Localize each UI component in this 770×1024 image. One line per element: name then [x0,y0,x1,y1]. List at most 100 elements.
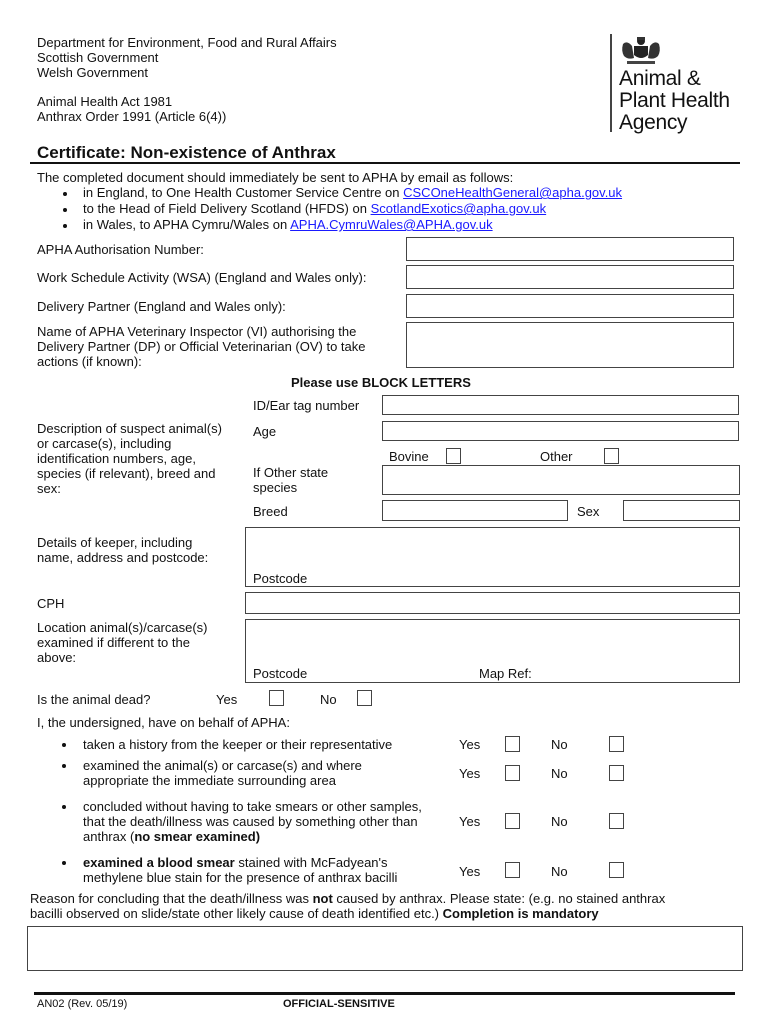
location-label-line-3: above: [37,650,77,665]
email-link-england[interactable]: CSCOneHealthGeneral@apha.gov.uk [403,185,622,200]
declaration-item-3-bold-text: no smear examined) [134,829,261,844]
bullet-icon [62,805,66,809]
email-item-wales: in Wales, to APHA Cymru/Wales on APHA.Cy… [83,217,493,232]
bovine-checkbox[interactable] [446,448,461,464]
form-code: AN02 (Rev. 05/19) [37,998,128,1010]
vi-name-label-line-3: actions (if known): [37,354,142,369]
authorisation-number-field[interactable] [406,237,734,261]
intro-text: The completed document should immediatel… [37,170,514,185]
email-link-scotland[interactable]: ScotlandExotics@apha.gov.uk [371,201,547,216]
declaration-item-3-yes-label: Yes [459,814,481,829]
email-link-wales[interactable]: APHA.CymruWales@APHA.gov.uk [290,217,492,232]
legislation-act: Animal Health Act 1981 [37,94,173,109]
reason-text: caused by anthrax. Please state: (e.g. n… [332,891,666,906]
email-item-text: in Wales, to APHA Cymru/Wales on [83,217,291,232]
location-label-line-1: Location animal(s)/carcase(s) [37,620,208,635]
animal-dead-no-label: No [320,692,337,707]
legislation-order: Anthrax Order 1991 (Article 6(4)) [37,109,227,124]
declaration-item-2-no-checkbox[interactable] [609,765,624,781]
reason-text: bacilli observed on slide/state other li… [30,906,443,921]
email-item-scotland: to the Head of Field Delivery Scotland (… [83,201,546,216]
declaration-item-4-yes-checkbox[interactable] [505,862,520,878]
other-species-label-line-1: If Other state [253,465,329,480]
keeper-label-line-2: name, address and postcode: [37,550,209,565]
logo-text: Animal & Plant Health Agency [619,68,730,134]
reason-field[interactable] [27,926,743,971]
other-species-field[interactable] [382,465,740,495]
block-letters-note: Please use BLOCK LETTERS [291,375,471,390]
declaration-item-4-line-2: methylene blue stain for the presence of… [83,870,398,885]
email-item-england: in England, to One Health Customer Servi… [83,185,622,200]
animal-dead-no-checkbox[interactable] [357,690,372,706]
vi-name-label-line-1: Name of APHA Veterinary Inspector (VI) a… [37,324,357,339]
org-scottish-government: Scottish Government [37,50,159,65]
declaration-item-2-line-2: appropriate the immediate surrounding ar… [83,773,336,788]
declaration-item-2-yes-label: Yes [459,766,481,781]
logo-line-1: Animal & [619,67,701,90]
declaration-item-4-text: stained with McFadyean's [234,855,388,870]
declaration-item-4-bold-text: examined a blood smear [83,855,235,870]
id-tag-field[interactable] [382,395,739,415]
declaration-item-1-no-checkbox[interactable] [609,736,624,752]
declaration-item-2-line-1: examined the animal(s) or carcase(s) and… [83,758,362,773]
animal-dead-question: Is the animal dead? [37,692,151,707]
logo-line-3: Agency [619,111,688,134]
declaration-item-4-no-label: No [551,864,568,879]
declaration-item-4-no-checkbox[interactable] [609,862,624,878]
reason-text: Reason for concluding that the death/ill… [30,891,313,906]
animal-description-line-2: or carcase(s), including [37,436,172,451]
declaration-item-2-yes-checkbox[interactable] [505,765,520,781]
bullet-icon [63,192,67,196]
email-item-text: to the Head of Field Delivery Scotland (… [83,201,371,216]
logo-line-2: Plant Health [619,89,730,112]
keeper-label-line-1: Details of keeper, including [37,535,193,550]
vi-name-label-line-2: Delivery Partner (DP) or Official Veteri… [37,339,366,354]
vi-name-field[interactable] [406,322,734,368]
declaration-item-3-line-3: anthrax (no smear examined) [83,829,260,844]
wsa-field[interactable] [406,265,734,289]
declaration-item-3-no-label: No [551,814,568,829]
animal-description-line-3: identification numbers, age, [37,451,196,466]
delivery-partner-field[interactable] [406,294,734,318]
location-field[interactable]: Postcode Map Ref: [245,619,740,683]
bullet-icon [62,861,66,865]
location-postcode-label: Postcode [253,666,308,681]
logo-divider [610,34,612,132]
declaration-intro: I, the undersigned, have on behalf of AP… [37,715,290,730]
bullet-icon [63,224,67,228]
declaration-item-3-yes-checkbox[interactable] [505,813,520,829]
declaration-item-4-yes-label: Yes [459,864,481,879]
declaration-item-1-no-label: No [551,737,568,752]
org-welsh-government: Welsh Government [37,65,149,80]
declaration-item-3-no-checkbox[interactable] [609,813,624,829]
bullet-icon [63,208,67,212]
keeper-details-field[interactable]: Postcode [245,527,740,587]
sex-label: Sex [577,504,600,519]
map-ref-label: Map Ref: [479,666,532,681]
breed-field[interactable] [382,500,568,521]
declaration-item-2-no-label: No [551,766,568,781]
declaration-item-3-line-2: that the death/illness was caused by som… [83,814,418,829]
bullet-icon [62,743,66,747]
id-tag-label: ID/Ear tag number [253,398,360,413]
reason-text-line-1: Reason for concluding that the death/ill… [30,891,665,906]
page-title: Certificate: Non-existence of Anthrax [37,143,336,162]
declaration-item-3-text: anthrax ( [83,829,135,844]
declaration-item-1-yes-checkbox[interactable] [505,736,520,752]
keeper-postcode-label: Postcode [253,571,308,586]
declaration-item-1-yes-label: Yes [459,737,481,752]
reason-bold-not: not [312,891,333,906]
other-checkbox[interactable] [604,448,619,464]
declaration-item-4-line-1: examined a blood smear stained with McFa… [83,855,388,870]
animal-description-line-5: sex: [37,481,61,496]
declaration-item-3-line-1: concluded without having to take smears … [83,799,422,814]
cph-field[interactable] [245,592,740,614]
animal-description-line-4: species (if relevant), breed and [37,466,216,481]
declaration-item-1-text: taken a history from the keeper or their… [83,737,393,752]
animal-dead-yes-label: Yes [216,692,238,707]
sex-field[interactable] [623,500,740,521]
breed-label: Breed [253,504,288,519]
wsa-label: Work Schedule Activity (WSA) (England an… [37,270,367,285]
age-field[interactable] [382,421,739,441]
animal-dead-yes-checkbox[interactable] [269,690,284,706]
